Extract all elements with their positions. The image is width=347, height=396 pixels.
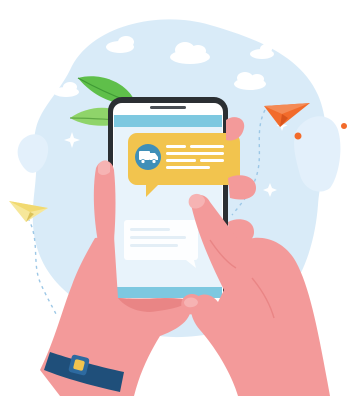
phone-speaker [150, 106, 186, 109]
screen-header [114, 115, 222, 127]
illustration-scene [0, 0, 347, 396]
delivery-truck-icon [135, 144, 161, 170]
cloud-icon [53, 82, 79, 97]
phone-notification-illustration [9, 19, 347, 396]
decor-dot [341, 123, 347, 129]
decor-dot [294, 132, 302, 140]
